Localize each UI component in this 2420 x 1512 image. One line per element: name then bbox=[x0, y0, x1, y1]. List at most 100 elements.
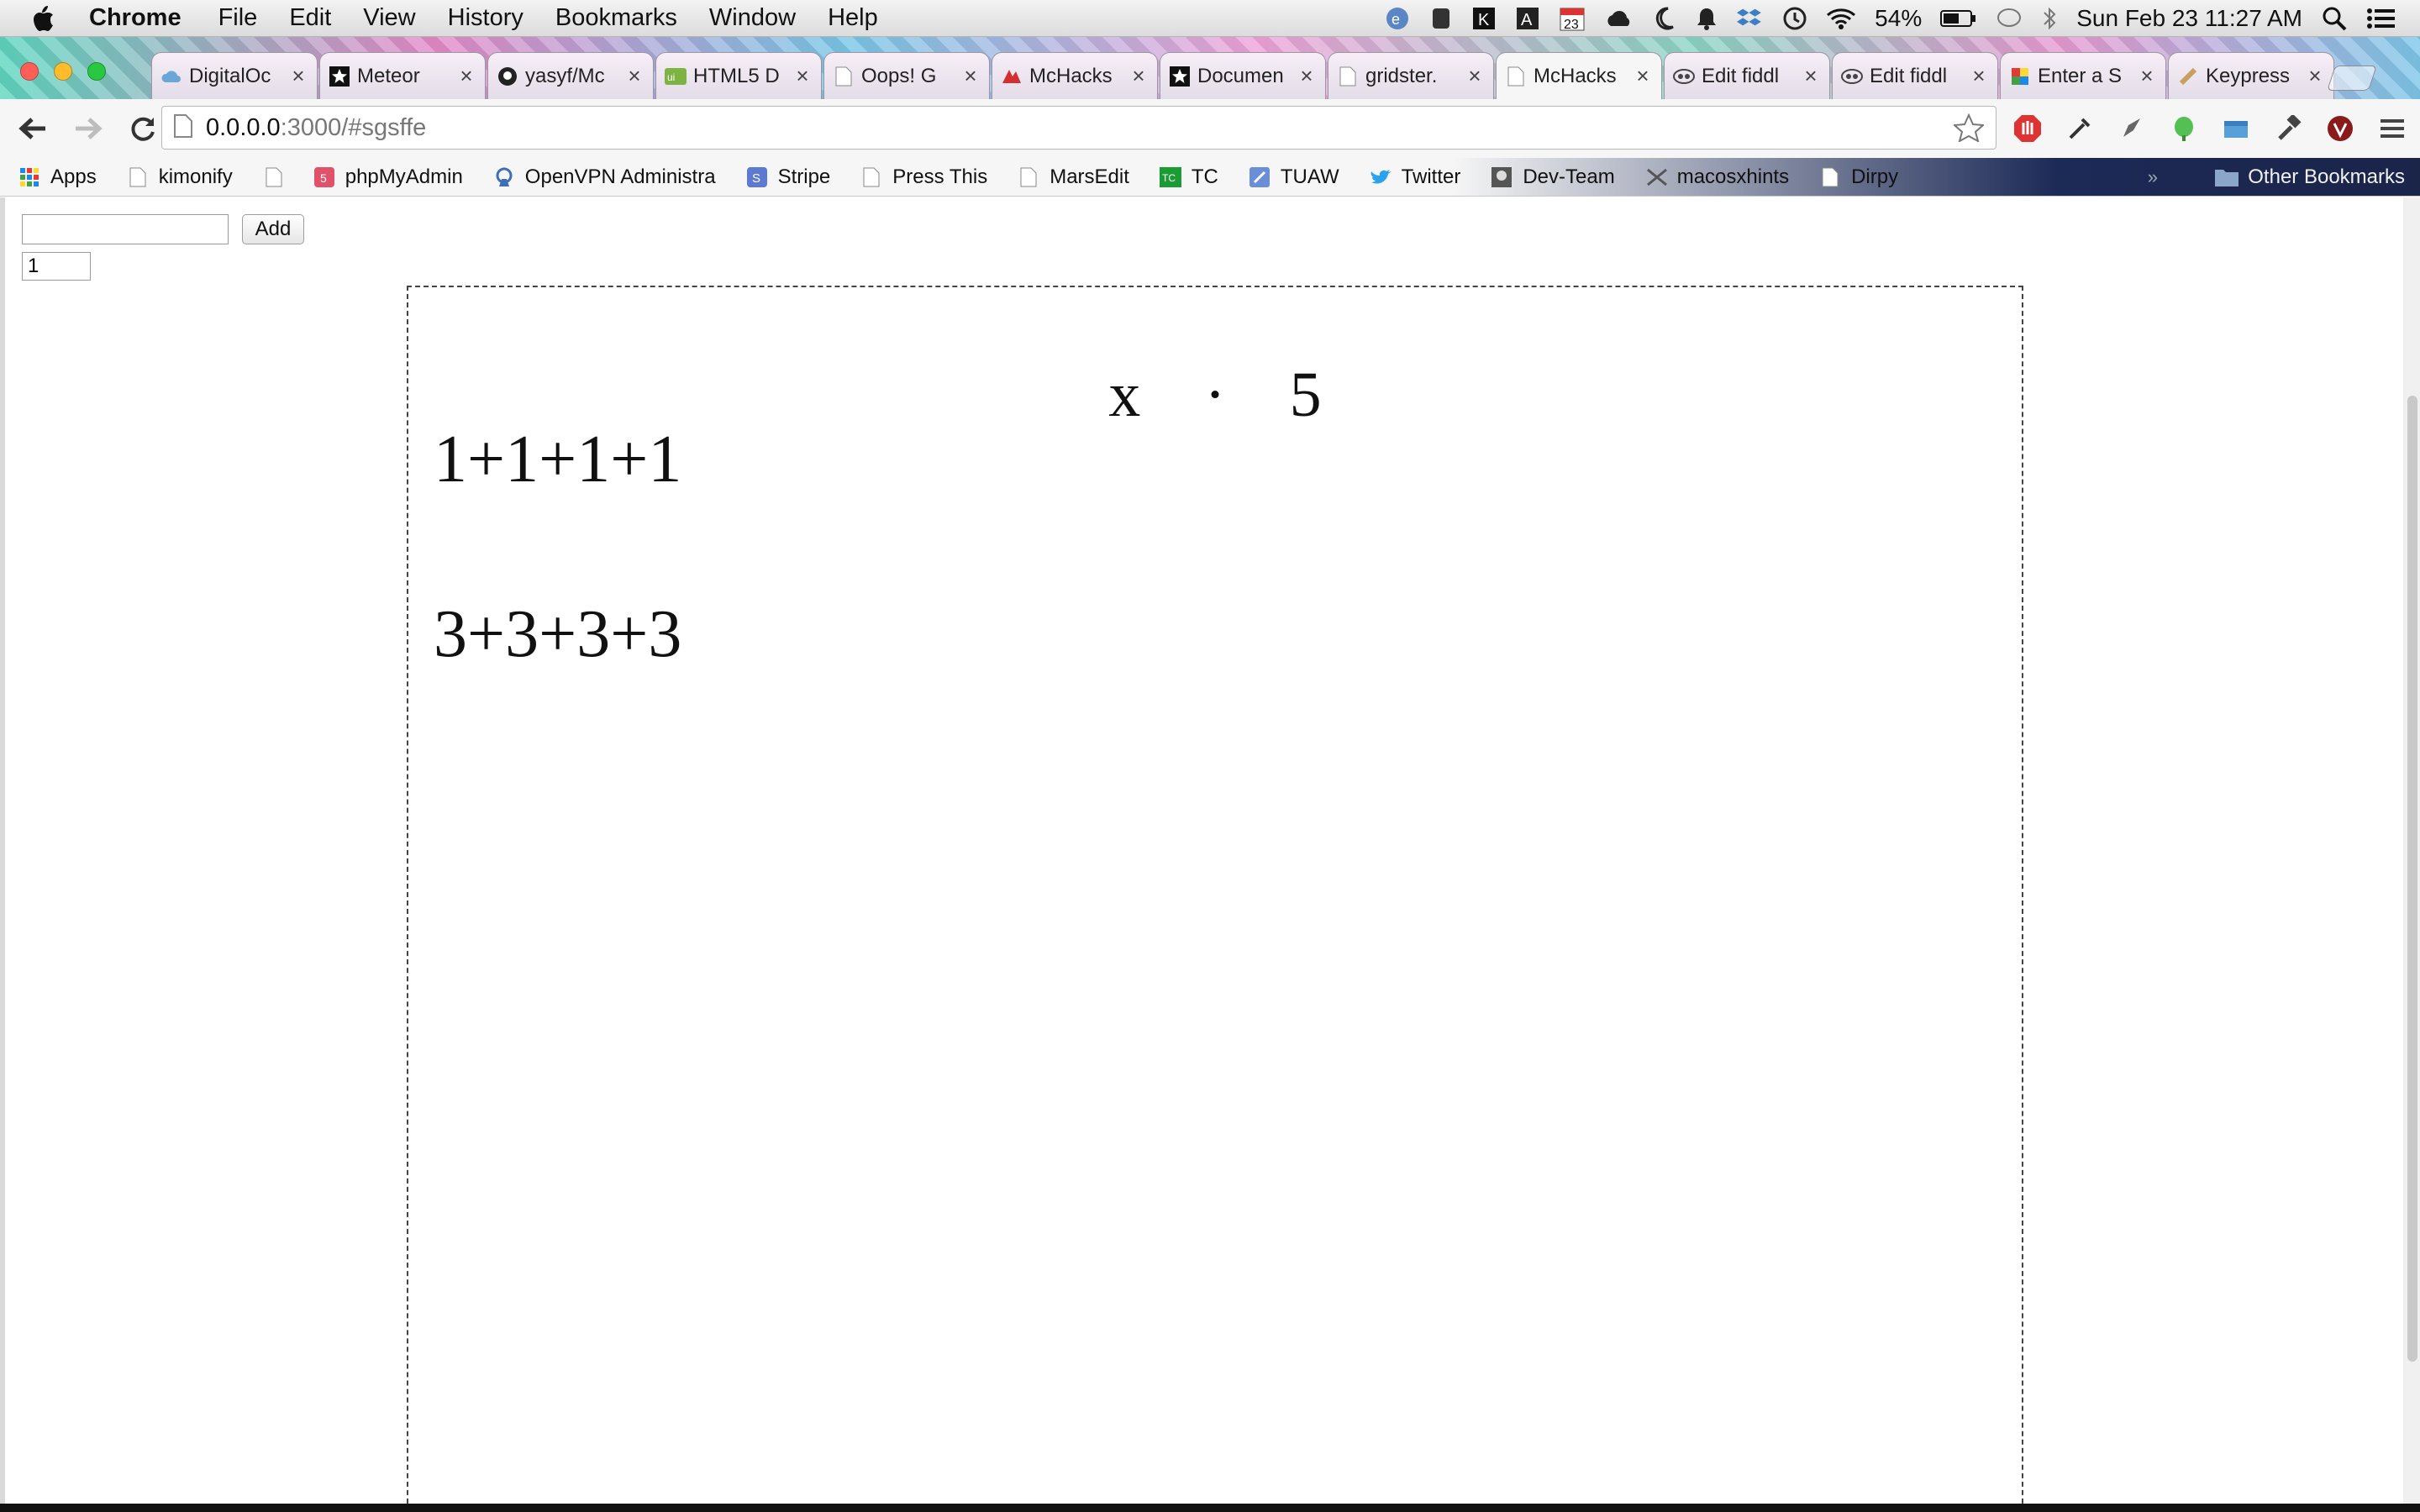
cloud-sync-icon[interactable] bbox=[1604, 0, 1634, 37]
zoom-window-button[interactable] bbox=[87, 62, 106, 81]
vertical-scrollbar[interactable] bbox=[2403, 197, 2420, 1512]
close-tab-icon[interactable]: × bbox=[1297, 63, 1317, 89]
box-icon[interactable] bbox=[2221, 113, 2251, 144]
bookmark-dirpy[interactable]: Dirpy bbox=[1819, 165, 1898, 189]
bookmark-label: TUAW bbox=[1280, 165, 1339, 188]
bookmarks-overflow-chevron-icon[interactable]: » bbox=[2148, 166, 2158, 188]
menu-help[interactable]: Help bbox=[828, 4, 878, 32]
close-tab-icon[interactable]: × bbox=[792, 63, 813, 89]
close-tab-icon[interactable]: × bbox=[1128, 63, 1149, 89]
kindle-icon[interactable]: K bbox=[1471, 0, 1497, 37]
browser-toolbar: 0.0.0.0:3000/#sgsffe bbox=[0, 99, 2420, 158]
bookmark-apps[interactable]: Apps bbox=[18, 165, 97, 189]
close-tab-icon[interactable]: × bbox=[1465, 63, 1485, 89]
tab-13[interactable]: Keypress × bbox=[2168, 52, 2334, 99]
teamviewer-icon[interactable]: e bbox=[1384, 0, 1411, 37]
evernote-web-clipper-icon[interactable] bbox=[2169, 113, 2199, 144]
equation-line-2[interactable]: 3+3+3+3 bbox=[434, 596, 681, 673]
evernote-icon[interactable] bbox=[1429, 0, 1453, 37]
bookmark-untitled[interactable] bbox=[263, 166, 295, 188]
expression-right[interactable]: 5 bbox=[1290, 359, 1322, 432]
tab-9[interactable]: McHacks × bbox=[1496, 52, 1662, 99]
time-machine-icon[interactable] bbox=[1782, 0, 1807, 37]
close-tab-icon[interactable]: × bbox=[2305, 63, 2325, 89]
number-input[interactable] bbox=[22, 252, 91, 281]
menu-history[interactable]: History bbox=[448, 4, 523, 32]
chrome-menu-icon[interactable] bbox=[2377, 113, 2407, 144]
add-button[interactable]: Add bbox=[242, 214, 304, 244]
bookmark-stripe[interactable]: S Stripe bbox=[746, 165, 830, 189]
menu-view[interactable]: View bbox=[363, 4, 415, 32]
bookmark-press-this[interactable]: Press This bbox=[860, 165, 987, 189]
menu-bookmarks[interactable]: Bookmarks bbox=[555, 4, 677, 32]
adobe-icon[interactable]: A bbox=[1515, 0, 1540, 37]
scrollbar-thumb[interactable] bbox=[2407, 396, 2417, 1362]
tab-12[interactable]: Enter a S × bbox=[2000, 52, 2166, 99]
bookmark-marsedit[interactable]: MarsEdit bbox=[1018, 165, 1129, 189]
bluetooth-icon[interactable] bbox=[2041, 0, 2058, 37]
close-tab-icon[interactable]: × bbox=[288, 63, 308, 89]
battery-icon[interactable] bbox=[1940, 0, 1977, 37]
close-tab-icon[interactable]: × bbox=[1633, 63, 1653, 89]
new-tab-button[interactable] bbox=[2327, 66, 2377, 91]
url-text[interactable]: 0.0.0.0:3000/#sgsffe bbox=[206, 114, 426, 142]
bookmark-dev-team[interactable]: Dev-Team bbox=[1491, 165, 1615, 189]
calendar-icon[interactable]: 23 bbox=[1559, 0, 1586, 37]
bookmark-kimonify[interactable]: kimonify bbox=[127, 165, 233, 189]
close-tab-icon[interactable]: × bbox=[1801, 63, 1821, 89]
techcrunch-icon: TC bbox=[1159, 166, 1181, 188]
notification-bell-icon[interactable] bbox=[1695, 0, 1718, 37]
bookmark-macosxhints[interactable]: macosxhints bbox=[1645, 165, 1789, 189]
tab-3[interactable]: yasyf/Mc × bbox=[487, 52, 654, 99]
tab-1[interactable]: DigitalOc × bbox=[151, 52, 318, 99]
chat-bubble-icon[interactable] bbox=[1996, 0, 2023, 37]
apple-logo-icon[interactable] bbox=[30, 4, 64, 33]
clock-datetime[interactable]: Sun Feb 23 11:27 AM bbox=[2076, 0, 2302, 37]
close-tab-icon[interactable]: × bbox=[1969, 63, 1989, 89]
back-arrow-icon[interactable] bbox=[10, 106, 55, 151]
hammer-icon[interactable] bbox=[2273, 113, 2303, 144]
other-bookmarks-folder[interactable]: Other Bookmarks bbox=[2214, 158, 2405, 197]
equation-line-1[interactable]: 1+1+1+1 bbox=[434, 422, 681, 498]
bookmark-openvpn-administra[interactable]: OpenVPN Administra bbox=[493, 165, 716, 189]
reload-icon[interactable] bbox=[121, 106, 166, 151]
close-tab-icon[interactable]: × bbox=[2137, 63, 2157, 89]
menu-window[interactable]: Window bbox=[709, 4, 796, 32]
expression-left[interactable]: x bbox=[1108, 359, 1140, 432]
tab-4[interactable]: ui HTML5 D × bbox=[655, 52, 822, 99]
address-bar[interactable]: 0.0.0.0:3000/#sgsffe bbox=[161, 106, 1996, 150]
notification-center-icon[interactable] bbox=[2366, 0, 2396, 37]
rocket-icon[interactable] bbox=[2117, 113, 2147, 144]
dropbox-icon[interactable] bbox=[1737, 0, 1764, 37]
bookmark-tc[interactable]: TC TC bbox=[1159, 165, 1218, 189]
spotlight-search-icon[interactable] bbox=[2321, 0, 2348, 37]
close-window-button[interactable] bbox=[20, 62, 39, 81]
bookmark-tuaw[interactable]: TUAW bbox=[1249, 165, 1339, 189]
menu-file[interactable]: File bbox=[218, 4, 258, 32]
tab-10[interactable]: Edit fiddl × bbox=[1664, 52, 1830, 99]
tab-2[interactable]: Meteor × bbox=[319, 52, 486, 99]
minimize-window-button[interactable] bbox=[54, 62, 72, 81]
tab-8[interactable]: gridster. × bbox=[1328, 52, 1494, 99]
moon-icon[interactable] bbox=[1653, 0, 1676, 37]
vivaldi-icon[interactable] bbox=[2325, 113, 2355, 144]
forward-arrow-icon[interactable] bbox=[66, 106, 111, 151]
tab-6[interactable]: McHacks × bbox=[992, 52, 1158, 99]
tab-title: HTML5 D bbox=[693, 64, 780, 87]
close-tab-icon[interactable]: × bbox=[960, 63, 981, 89]
menu-app-name[interactable]: Chrome bbox=[89, 4, 182, 32]
menu-edit[interactable]: Edit bbox=[289, 4, 331, 32]
close-tab-icon[interactable]: × bbox=[624, 63, 644, 89]
tab-5[interactable]: Oops! G × bbox=[823, 52, 990, 99]
expression-operator[interactable]: · bbox=[1204, 359, 1225, 432]
bookmark-twitter[interactable]: Twitter bbox=[1370, 165, 1460, 189]
tab-7[interactable]: Documen × bbox=[1160, 52, 1326, 99]
bookmark-star-icon[interactable] bbox=[1952, 113, 1986, 146]
wifi-icon[interactable] bbox=[1826, 0, 1856, 37]
eyedropper-icon[interactable] bbox=[2065, 113, 2095, 144]
bookmark-phpmyadmin[interactable]: 5 phpMyAdmin bbox=[313, 165, 463, 189]
close-tab-icon[interactable]: × bbox=[456, 63, 476, 89]
text-input[interactable] bbox=[22, 214, 229, 244]
tab-11[interactable]: Edit fiddl × bbox=[1832, 52, 1998, 99]
adblock-icon[interactable] bbox=[2012, 113, 2043, 144]
